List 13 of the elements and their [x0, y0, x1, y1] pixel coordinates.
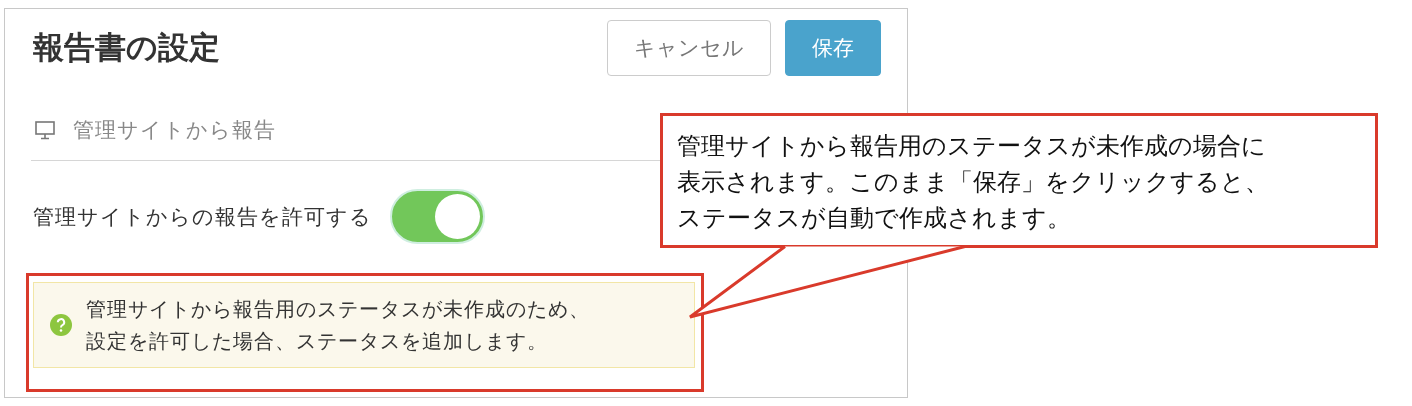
section-heading: 管理サイトから報告 [73, 117, 276, 144]
toggle-label: 管理サイトからの報告を許可する [33, 203, 372, 231]
notice-line: 管理サイトから報告用のステータスが未作成のため、 [86, 296, 590, 323]
panel-title: 報告書の設定 [33, 28, 221, 67]
callout-line: 管理サイトから報告用のステータスが未作成の場合に [677, 131, 1266, 162]
callout-line: ステータスが自動で作成されます。 [677, 203, 1071, 234]
cancel-button[interactable]: キャンセル [607, 20, 771, 76]
monitor-icon [35, 120, 55, 140]
notice-line: 設定を許可した場合、ステータスを追加します。 [86, 328, 548, 355]
callout-line: 表示されます。このまま「保存」をクリックすると、 [677, 167, 1269, 198]
toggle-switch[interactable] [390, 189, 485, 244]
help-icon [50, 314, 72, 336]
save-button[interactable]: 保存 [785, 20, 881, 76]
